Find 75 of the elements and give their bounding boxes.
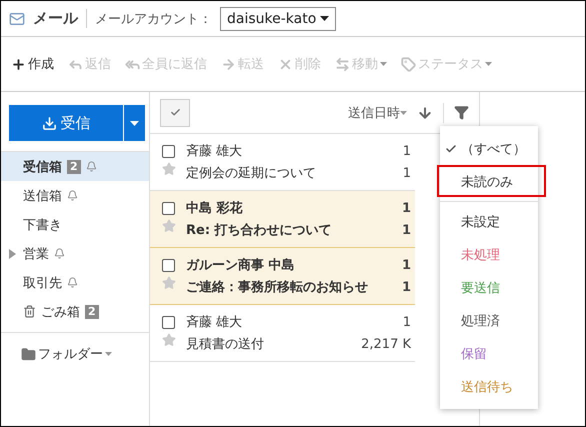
size: 1 <box>402 280 411 294</box>
folder-name: ごみ箱 <box>41 304 80 320</box>
caret-icon <box>380 62 387 66</box>
arrow-right-icon <box>221 56 236 72</box>
date: 1 <box>402 200 411 216</box>
menu-item[interactable]: （すべて） <box>440 132 538 165</box>
expand-arrow-icon <box>9 248 16 258</box>
checkbox[interactable] <box>162 316 175 328</box>
checkbox[interactable] <box>162 202 175 214</box>
sidebar-item[interactable]: 取引先 <box>1 268 149 297</box>
subject: Re: 打ち合わせについて <box>186 222 333 239</box>
caret-icon <box>400 110 407 114</box>
folder-name: 受信箱 <box>23 158 62 176</box>
star-icon[interactable] <box>162 162 176 176</box>
folder-name: 営業 <box>23 246 49 262</box>
download-icon <box>42 116 56 130</box>
date: 1 <box>402 314 411 330</box>
sort-menu[interactable]: 送信日時 <box>348 104 407 122</box>
caret-icon <box>105 352 112 356</box>
menu-item[interactable]: 処理済 <box>440 304 538 337</box>
star-icon[interactable] <box>162 276 176 290</box>
size: 2,217 K <box>361 336 411 352</box>
tag-icon <box>401 56 416 72</box>
envelope-icon <box>9 10 25 26</box>
toolbar-button[interactable]: 作成 <box>11 55 54 73</box>
account-select[interactable]: daisuke-kato <box>220 6 336 30</box>
menu-item[interactable]: 未読のみ <box>440 165 538 198</box>
star-icon[interactable] <box>162 333 176 347</box>
trash-icon <box>23 305 36 318</box>
receive-menu-button[interactable] <box>123 105 145 141</box>
date: 1 <box>402 258 411 272</box>
menu-item[interactable]: 未設定 <box>440 205 538 238</box>
sidebar-item[interactable]: 営業 <box>1 239 149 268</box>
date: 1 <box>402 144 411 158</box>
app-title: メール <box>33 9 87 28</box>
caret-icon <box>130 120 139 126</box>
sender: ガルーン商事 中島 <box>186 256 296 274</box>
bell-icon <box>86 161 97 172</box>
folder-name: 取引先 <box>23 274 62 292</box>
subject: 定例会の延期について <box>186 165 317 182</box>
message-row[interactable]: ガルーン商事 中島 1 ご連絡：事務所移転のお知らせ 1 <box>150 248 415 305</box>
folder-menu[interactable]: フォルダー <box>21 345 149 363</box>
count-badge: 2 <box>85 304 99 318</box>
sidebar-item[interactable]: 下書き <box>1 210 149 239</box>
sender: 中島 彩花 <box>186 200 244 217</box>
sidebar-item[interactable]: 送信箱 <box>1 181 149 210</box>
menu-item[interactable]: 保留 <box>440 337 538 370</box>
account-label: メールアカウント： <box>95 10 212 28</box>
check-icon <box>445 143 457 155</box>
filter-icon[interactable] <box>454 105 469 120</box>
bell-icon <box>67 277 78 288</box>
size: 1 <box>402 222 411 238</box>
folder-icon <box>21 346 36 362</box>
checkbox[interactable] <box>162 258 175 272</box>
folder-name: 送信箱 <box>23 188 62 204</box>
bell-icon <box>54 248 65 259</box>
caret-icon <box>485 62 492 66</box>
bell-icon <box>67 190 78 201</box>
sidebar-item[interactable]: 受信箱 2 <box>1 152 149 181</box>
sidebar-item[interactable]: ごみ箱 2 <box>1 297 149 326</box>
checkbox[interactable] <box>162 144 175 158</box>
size: 1 <box>402 166 411 180</box>
count-badge: 2 <box>67 160 81 174</box>
check-icon <box>170 107 180 118</box>
message-row[interactable]: 中島 彩花 1 Re: 打ち合わせについて 1 <box>150 191 415 248</box>
left-right-arrow-icon <box>335 56 350 72</box>
sender: 斉藤 雄大 <box>186 314 244 331</box>
subject: ご連絡：事務所移転のお知らせ <box>186 279 369 296</box>
sender: 斉藤 雄大 <box>186 143 244 160</box>
star-icon[interactable] <box>162 219 176 233</box>
plus-icon <box>11 56 26 72</box>
folder-name: 下書き <box>23 216 62 234</box>
caret-icon <box>320 16 330 21</box>
receive-button[interactable]: 受信 <box>9 105 123 141</box>
subject: 見積書の送付 <box>186 336 265 353</box>
